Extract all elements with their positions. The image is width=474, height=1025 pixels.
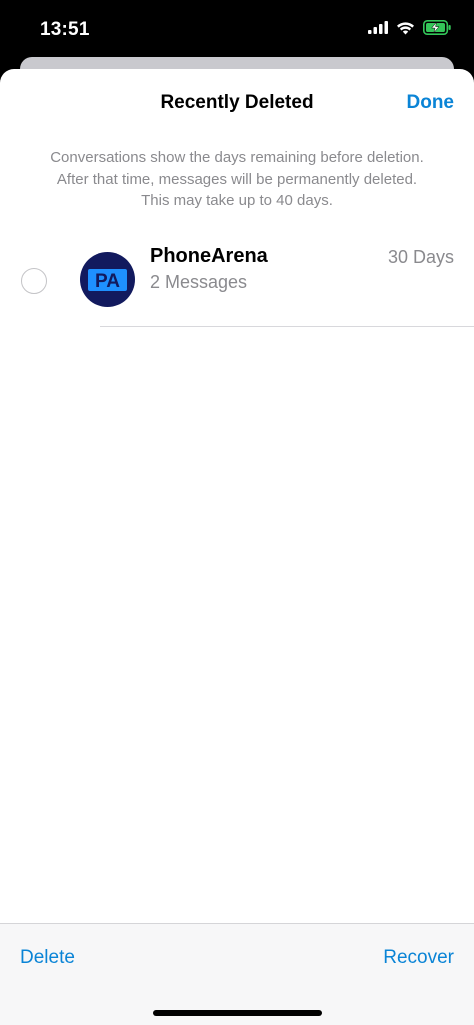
- svg-text:PA: PA: [95, 271, 120, 292]
- info-line: Conversations show the days remaining be…: [50, 149, 424, 166]
- deletion-info-text: Conversations show the days remaining be…: [20, 147, 454, 212]
- info-line: This may take up to 40 days.: [141, 192, 333, 209]
- phonearena-logo-icon: PA: [88, 269, 127, 292]
- recover-button[interactable]: Recover: [383, 947, 454, 969]
- delete-button[interactable]: Delete: [20, 947, 75, 969]
- avatar: PA: [80, 252, 135, 307]
- row-divider: [100, 326, 474, 327]
- bottom-toolbar: Delete Recover: [0, 923, 474, 1025]
- status-time: 13:51: [40, 19, 90, 40]
- conversation-name: PhoneArena: [150, 245, 268, 267]
- message-count: 2 Messages: [150, 272, 248, 292]
- recently-deleted-sheet: Recently Deleted Done Conversations show…: [0, 69, 474, 1025]
- wifi-icon: [396, 21, 415, 40]
- cellular-signal-icon: [368, 21, 388, 39]
- status-icons: [368, 20, 452, 40]
- status-bar: 13:51: [0, 0, 474, 62]
- info-line: After that time, messages will be perman…: [56, 170, 418, 188]
- conversation-row-phonearena[interactable]: PA PhoneArena 2 Messages 30 Days: [0, 239, 474, 327]
- days-remaining: 30 Days: [387, 247, 454, 267]
- select-checkbox[interactable]: [21, 268, 47, 294]
- done-button[interactable]: Done: [407, 92, 455, 114]
- page-title: Recently Deleted: [160, 92, 314, 113]
- home-indicator[interactable]: [153, 1010, 322, 1016]
- battery-charging-icon: [423, 20, 452, 40]
